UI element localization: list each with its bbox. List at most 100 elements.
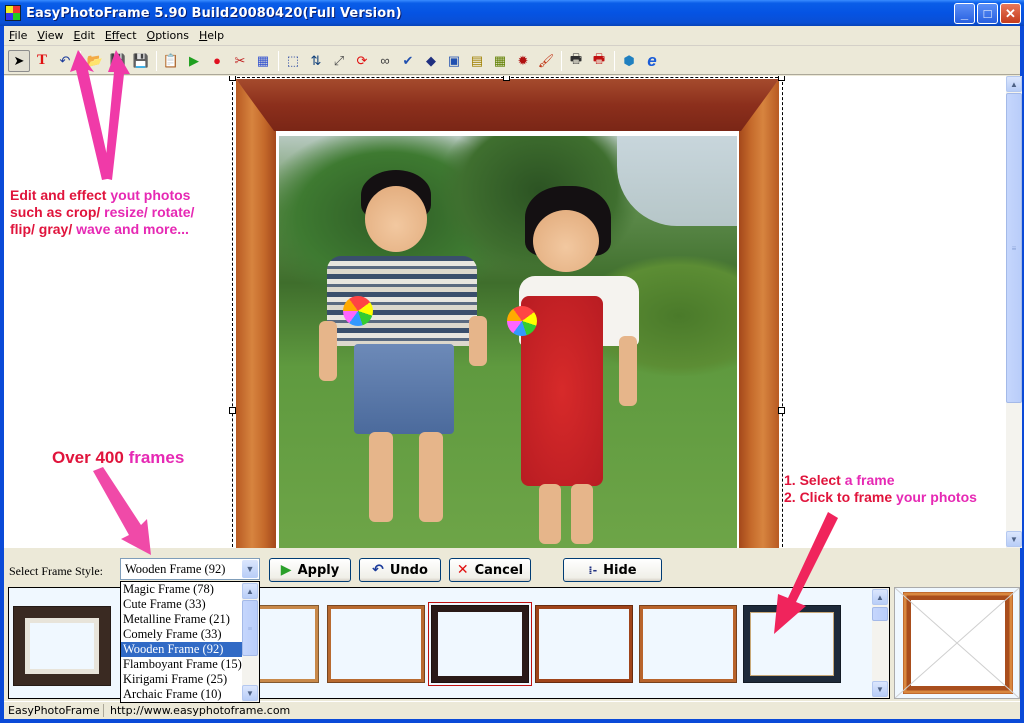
properties-tool-button[interactable]: 📋 bbox=[160, 50, 182, 72]
annotation-arrow-select-frame bbox=[774, 512, 838, 634]
frame-tool-button[interactable]: ▣ bbox=[443, 50, 465, 72]
frame-thumbnail[interactable] bbox=[639, 605, 737, 683]
arrow-down-dropdown bbox=[93, 467, 151, 555]
grid-icon: ▦ bbox=[493, 52, 507, 68]
box-icon: ⬢ bbox=[623, 52, 635, 68]
frame-style-dropdown-list[interactable]: Magic Frame (78) Cute Frame (33) Metalline… bbox=[120, 581, 260, 703]
dropdown-option[interactable]: Metalline Frame (21) bbox=[121, 612, 243, 627]
menu-help[interactable]: Help bbox=[194, 29, 229, 42]
gallery-scroll-up[interactable]: ▲ bbox=[872, 589, 888, 605]
undo-icon: ↶ bbox=[372, 562, 384, 578]
undo-button[interactable]: ↶ Undo bbox=[359, 558, 441, 582]
toolbar-separator bbox=[614, 50, 615, 71]
resize-tool-button[interactable]: ⤢ bbox=[328, 50, 350, 72]
print-tool-button[interactable]: 🖶 bbox=[565, 50, 587, 72]
frame-thumbnail[interactable] bbox=[327, 605, 425, 683]
hide-icon: ⁞- bbox=[588, 563, 598, 577]
maximize-button[interactable]: □ bbox=[977, 3, 998, 24]
record-icon: ● bbox=[213, 53, 221, 68]
scroll-down-button[interactable]: ▼ bbox=[1006, 531, 1022, 547]
internet-explorer-tool-button[interactable]: e bbox=[641, 50, 663, 72]
clean-tool-button[interactable]: ✂ bbox=[229, 50, 251, 72]
dropdown-option[interactable]: Wooden Frame (92) bbox=[121, 642, 243, 657]
crop-tool-button[interactable]: ⬚ bbox=[282, 50, 304, 72]
dropdown-scroll-thumb[interactable]: ≡ bbox=[242, 600, 258, 656]
select-pointer-icon: ➤ bbox=[13, 52, 25, 68]
frame-thumbnail[interactable] bbox=[535, 605, 633, 683]
annotation-edit-effects: Edit and effect yout photos such as crop… bbox=[10, 187, 195, 237]
dropdown-option[interactable]: Cute Frame (33) bbox=[121, 597, 243, 612]
photo bbox=[279, 136, 737, 548]
hide-button[interactable]: ⁞- Hide bbox=[563, 558, 662, 582]
slideshow-tool-button[interactable]: ▶ bbox=[183, 50, 205, 72]
gallery-scroll-thumb[interactable] bbox=[872, 607, 888, 621]
resize-handle-mr[interactable] bbox=[778, 407, 785, 414]
clean-icon: ✂ bbox=[234, 52, 246, 68]
texture-tool-button[interactable]: ✹ bbox=[512, 50, 534, 72]
thumbnail-opening bbox=[331, 609, 421, 679]
brush-icon: 🖌 bbox=[537, 52, 555, 68]
minimize-button[interactable]: _ bbox=[954, 3, 975, 24]
color-palette-tool-button[interactable]: ▦ bbox=[252, 50, 274, 72]
close-button[interactable]: ✕ bbox=[1000, 3, 1021, 24]
scroll-thumb[interactable]: ≡ bbox=[1006, 93, 1022, 403]
thumbnail-opening bbox=[643, 609, 733, 679]
dropdown-scroll-up[interactable]: ▲ bbox=[242, 583, 258, 599]
dropdown-scroll-down[interactable]: ▼ bbox=[242, 685, 258, 701]
rotate-tool-button[interactable]: ⟳ bbox=[351, 50, 373, 72]
resize-handle-ml[interactable] bbox=[229, 407, 236, 414]
internet-explorer-icon: e bbox=[647, 50, 657, 70]
play-icon: ▶ bbox=[280, 562, 292, 578]
text-icon: T bbox=[36, 52, 47, 68]
print-setup-tool-button[interactable]: 🖶 bbox=[588, 50, 610, 72]
document-icon: ▤ bbox=[470, 52, 484, 68]
dropdown-option[interactable]: Flamboyant Frame (15) bbox=[121, 657, 243, 672]
maximize-icon: □ bbox=[983, 6, 992, 21]
checklist-tool-button[interactable]: ✔ bbox=[397, 50, 419, 72]
frame-left-side bbox=[236, 79, 276, 548]
frame-thumbnail[interactable] bbox=[13, 606, 111, 686]
toolbar: ➤T↶📂💾💾📋▶●✂▦⬚⇅⤢⟳∞✔◆▣▤▦✹🖌🖶🖶⬢e bbox=[4, 47, 1020, 75]
apply-button[interactable]: ▶ Apply bbox=[269, 558, 351, 582]
dropdown-option[interactable]: Comely Frame (33) bbox=[121, 627, 243, 642]
canvas-vertical-scrollbar[interactable]: ▲ ≡ ▼ bbox=[1006, 76, 1022, 548]
box-tool-button[interactable]: ⬢ bbox=[618, 50, 640, 72]
scroll-up-button[interactable]: ▲ bbox=[1006, 76, 1022, 92]
cancel-x-icon: ✕ bbox=[456, 562, 469, 578]
resize-handle-tc[interactable] bbox=[503, 76, 510, 81]
window-title: EasyPhotoFrame 5.90 Build20080420(Full V… bbox=[26, 5, 402, 21]
toolbar-separator bbox=[561, 50, 562, 71]
annotation-arrows-edit bbox=[70, 50, 130, 180]
select-pointer-tool-button[interactable]: ➤ bbox=[8, 49, 30, 72]
frame-thumbnail[interactable] bbox=[428, 602, 532, 686]
text-tool-button[interactable]: T bbox=[31, 50, 53, 72]
status-url[interactable]: http://www.easyphotoframe.com bbox=[104, 704, 290, 717]
gallery-scroll-down[interactable]: ▼ bbox=[872, 681, 888, 697]
frame-preview bbox=[894, 587, 1020, 699]
thumbnail-opening bbox=[438, 612, 522, 676]
layers-tool-button[interactable]: ◆ bbox=[420, 50, 442, 72]
brush-tool-button[interactable]: 🖌 bbox=[535, 50, 557, 72]
gallery-scrollbar[interactable]: ▲ ▼ bbox=[872, 588, 889, 698]
dropdown-option[interactable]: Kirigami Frame (25) bbox=[121, 672, 243, 687]
chevron-down-icon[interactable]: ▼ bbox=[242, 560, 258, 578]
cancel-button[interactable]: ✕ Cancel bbox=[449, 558, 531, 582]
dropdown-scrollbar[interactable]: ▲ ≡ ▼ bbox=[242, 582, 259, 702]
flip-tool-button[interactable]: ⇅ bbox=[305, 50, 327, 72]
crop-icon: ⬚ bbox=[286, 52, 300, 68]
document-tool-button[interactable]: ▤ bbox=[466, 50, 488, 72]
app-logo-icon bbox=[5, 5, 21, 21]
grid-tool-button[interactable]: ▦ bbox=[489, 50, 511, 72]
dropdown-option[interactable]: Archaic Frame (10) bbox=[121, 687, 243, 702]
menu-file[interactable]: File bbox=[4, 29, 32, 42]
dropdown-option[interactable]: Magic Frame (78) bbox=[121, 582, 243, 597]
framed-photo[interactable] bbox=[236, 79, 779, 548]
title-bar[interactable]: EasyPhotoFrame 5.90 Build20080420(Full V… bbox=[0, 0, 1024, 26]
record-tool-button[interactable]: ● bbox=[206, 50, 228, 72]
glasses-tool-button[interactable]: ∞ bbox=[374, 50, 396, 72]
frame-icon: ▣ bbox=[447, 52, 461, 68]
flip-icon: ⇅ bbox=[310, 52, 322, 68]
resize-handle-tl[interactable] bbox=[229, 76, 236, 81]
resize-handle-tr[interactable] bbox=[778, 76, 785, 81]
arrow-edit-right bbox=[104, 50, 130, 180]
